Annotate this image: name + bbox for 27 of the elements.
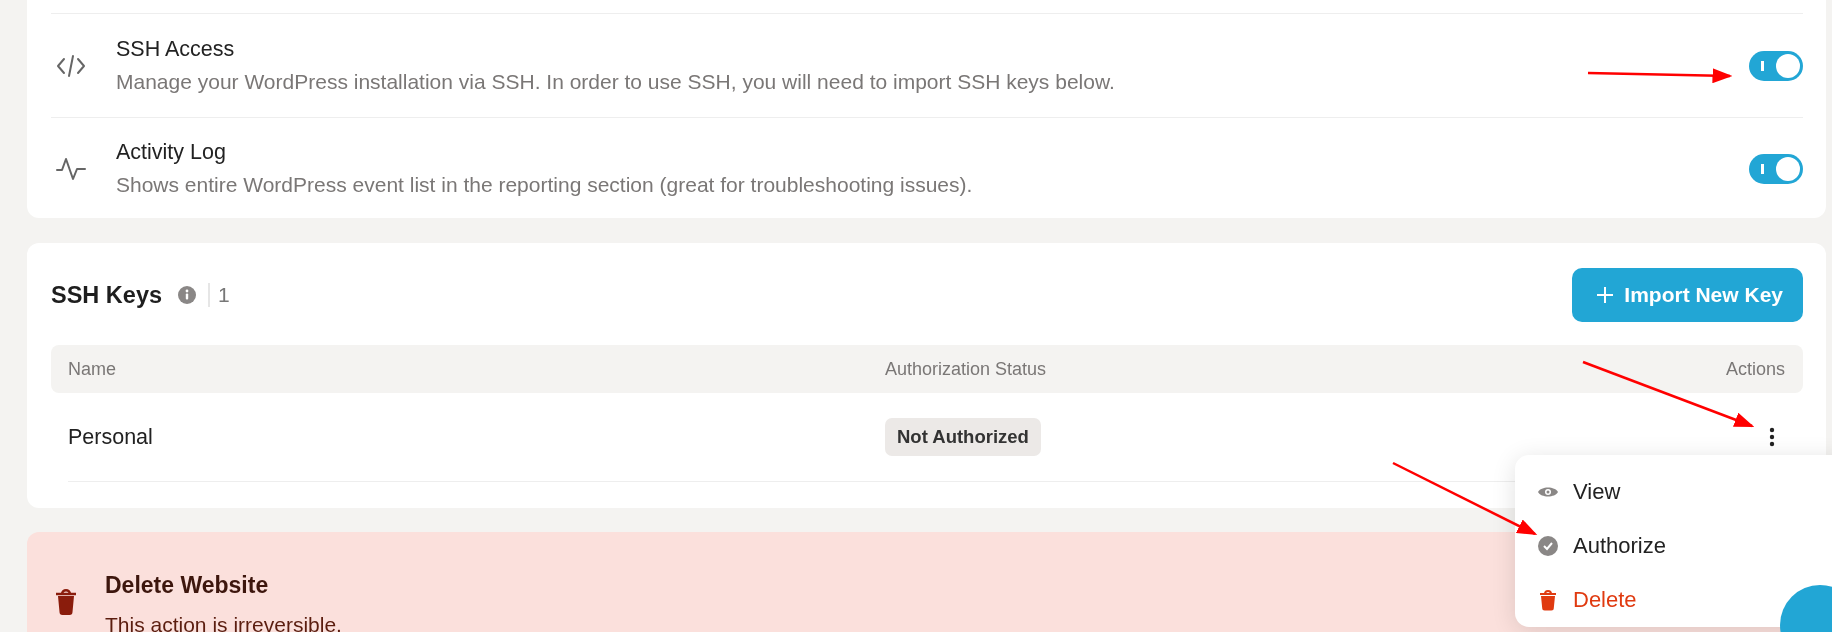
trash-icon — [1537, 589, 1559, 611]
check-circle-icon — [1537, 536, 1559, 556]
setting-description: Manage your WordPress installation via SSH. In order to use SSH, you will need to import SSH keys below. — [116, 70, 1115, 94]
key-count: 1 — [208, 283, 230, 307]
toggle-switch[interactable] — [1749, 153, 1803, 184]
setting-title: SSH Access — [116, 37, 236, 62]
plus-icon — [1596, 286, 1615, 304]
setting-description: Shows entire WordPress event list in the reporting section (great for troubleshooting issues). — [116, 173, 973, 197]
column-header: Actions — [1725, 358, 1785, 380]
danger-title: Delete Website — [105, 572, 270, 599]
menu-item[interactable]: Authorize — [1515, 519, 1832, 573]
setting-title: Activity Log — [116, 140, 227, 165]
section-title: SSH Keys — [51, 281, 163, 309]
danger-description: This action is irreversible. — [105, 613, 342, 632]
pulse-icon — [56, 155, 86, 182]
code-icon — [56, 52, 86, 79]
menu-item[interactable]: View — [1515, 465, 1832, 519]
key-name: Personal — [68, 424, 154, 450]
menu-item[interactable]: Delete — [1515, 573, 1832, 627]
column-header: Authorization Status — [885, 358, 1048, 380]
toggle-switch[interactable] — [1749, 50, 1803, 81]
more-options-icon[interactable] — [1769, 427, 1775, 447]
eye-icon — [1537, 485, 1559, 499]
info-icon — [178, 286, 197, 304]
column-header: Name — [68, 358, 117, 380]
trash-icon — [55, 586, 77, 616]
status-badge: Not Authorized — [885, 418, 1041, 456]
